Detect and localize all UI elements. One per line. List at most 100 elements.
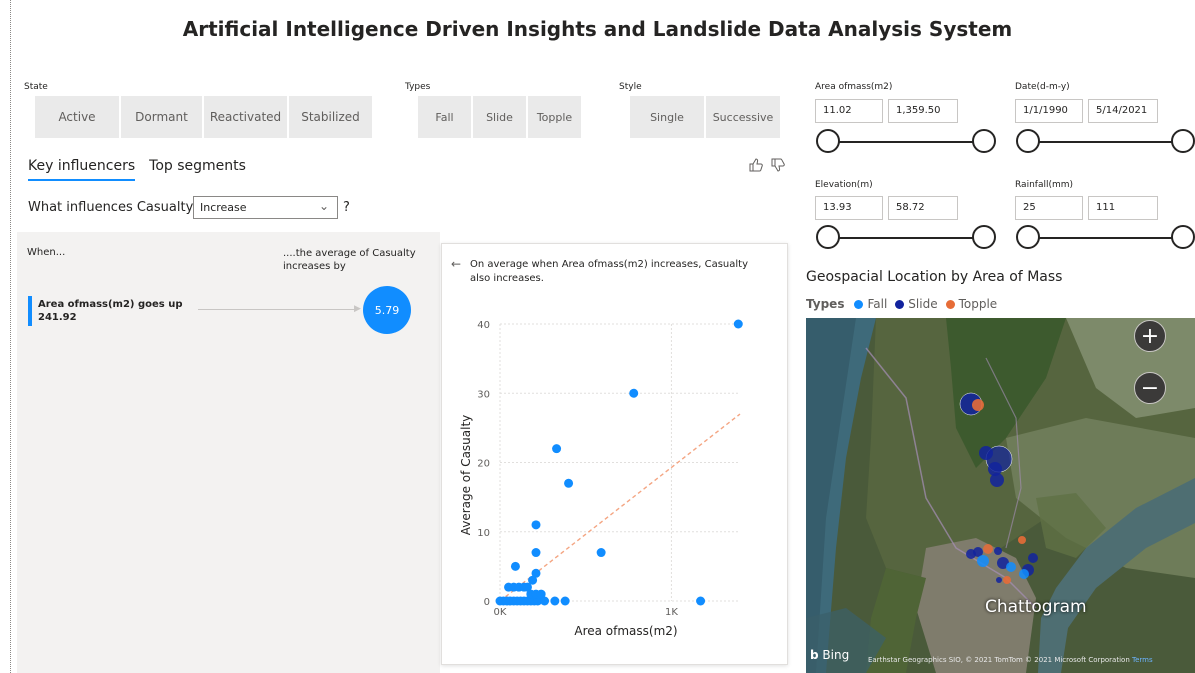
map-attribution: Earthstar Geographics SIO, © 2021 TomTom…	[868, 656, 1153, 664]
scatter-point[interactable]	[550, 596, 560, 606]
map-marker	[983, 544, 993, 554]
page-title: Artificial Intelligence Driven Insights …	[182, 17, 1013, 41]
map-marker	[1019, 569, 1029, 579]
scatter-chart: 0 10 20 30 40 0K 1K Area ofmass(m2) Average of…	[459, 319, 743, 638]
area-slider-max-handle[interactable]	[972, 129, 996, 153]
scatter-point[interactable]	[696, 596, 706, 606]
y-tick-label: 30	[477, 389, 490, 400]
legend-slide-dot	[895, 299, 905, 309]
elevation-slider-min-handle[interactable]	[816, 225, 840, 249]
scatter-point[interactable]	[531, 520, 541, 530]
legend-fall-label[interactable]: Fall	[867, 297, 887, 311]
scatter-point[interactable]	[560, 596, 570, 606]
influencer-amount: 241.92	[38, 312, 77, 323]
date-min-input[interactable]: 1/1/1990	[1015, 99, 1083, 123]
map-marker	[977, 555, 989, 567]
y-tick-label: 40	[477, 320, 490, 331]
selected-influencer-indicator	[28, 296, 32, 326]
elevation-max-input[interactable]: 58.72	[888, 196, 958, 220]
elevation-slider-max-handle[interactable]	[972, 225, 996, 249]
terms-link[interactable]: Terms	[1132, 656, 1153, 664]
style-option-successive[interactable]: Successive	[706, 96, 780, 138]
elevation-min-input[interactable]: 13.93	[815, 196, 883, 220]
types-option-topple[interactable]: Topple	[528, 96, 581, 138]
legend-title: Types	[806, 297, 845, 311]
types-option-fall[interactable]: Fall	[418, 96, 471, 138]
rainfall-slider-track	[1028, 237, 1183, 239]
legend-topple-label[interactable]: Topple	[959, 297, 998, 311]
elevation-slider-label: Elevation(m)	[815, 180, 873, 190]
scatter-point[interactable]	[733, 319, 743, 329]
y-axis-label: Average of Casualty	[459, 415, 473, 536]
area-max-input[interactable]: 1,359.50	[888, 99, 958, 123]
area-slider-track	[828, 141, 983, 143]
bing-icon: b	[810, 648, 819, 662]
rainfall-slider-min-handle[interactable]	[1016, 225, 1040, 249]
state-option-reactivated[interactable]: Reactivated	[204, 96, 287, 138]
bing-logo: b Bing	[810, 648, 849, 662]
increase-dropdown[interactable]: Increase ⌄	[193, 196, 338, 219]
types-option-slide[interactable]: Slide	[473, 96, 526, 138]
rainfall-slider-label: Rainfall(mm)	[1015, 180, 1074, 190]
thumbs-up-icon[interactable]	[748, 157, 764, 177]
dropdown-value: Increase	[200, 201, 247, 214]
map-marker	[1006, 562, 1016, 572]
y-tick-label: 0	[484, 597, 490, 608]
rainfall-slider-max-handle[interactable]	[1171, 225, 1195, 249]
rainfall-max-input[interactable]: 111	[1088, 196, 1158, 220]
state-option-dormant[interactable]: Dormant	[121, 96, 202, 138]
scatter-point[interactable]	[531, 548, 541, 558]
legend-slide-label[interactable]: Slide	[908, 297, 937, 311]
thumbs-down-icon[interactable]	[770, 157, 786, 177]
map-view[interactable]	[806, 318, 1195, 673]
area-slider-min-handle[interactable]	[816, 129, 840, 153]
date-slider-max-handle[interactable]	[1171, 129, 1195, 153]
canvas-edge	[10, 0, 11, 673]
detail-description: On average when Area ofmass(m2) increase…	[470, 259, 749, 284]
scatter-point[interactable]	[531, 568, 541, 578]
influencer-connector	[198, 309, 358, 310]
plus-icon: +	[1140, 323, 1160, 349]
state-option-stabilized[interactable]: Stabilized	[289, 96, 372, 138]
state-option-active[interactable]: Active	[35, 96, 119, 138]
scatter-point[interactable]	[536, 589, 546, 599]
area-slider-label: Area ofmass(m2)	[815, 82, 893, 92]
state-slicer-label: State	[24, 82, 48, 92]
bing-label: Bing	[822, 648, 850, 662]
minus-icon: −	[1140, 375, 1160, 401]
scatter-point[interactable]	[629, 388, 639, 398]
city-label: Chattogram	[985, 597, 1087, 617]
average-header: ....the average of Casualty increases by	[283, 248, 416, 272]
scatter-point[interactable]	[552, 444, 562, 454]
date-max-input[interactable]: 5/14/2021	[1088, 99, 1158, 123]
influencer-value-bubble: 5.79	[363, 286, 411, 334]
map-marker	[1028, 553, 1038, 563]
tab-top-segments[interactable]: Top segments	[149, 158, 246, 181]
map-marker	[994, 547, 1002, 555]
influencer-item[interactable]: Area ofmass(m2) goes up 241.92	[38, 298, 183, 324]
x-tick-label: 0K	[494, 607, 507, 618]
chevron-down-icon: ⌄	[318, 199, 329, 213]
landslide-markers	[959, 392, 1038, 584]
scatter-point[interactable]	[596, 548, 606, 558]
x-axis-label: Area ofmass(m2)	[574, 624, 677, 638]
influence-question: What influences Casualty to	[28, 200, 211, 215]
arrow-left-icon[interactable]: ←	[451, 257, 461, 271]
style-option-single[interactable]: Single	[630, 96, 704, 138]
scatter-point[interactable]	[564, 478, 574, 488]
date-slider-min-handle[interactable]	[1016, 129, 1040, 153]
map-marker	[1003, 576, 1011, 584]
scatter-point[interactable]	[510, 561, 520, 571]
zoom-out-button[interactable]: −	[1134, 372, 1166, 404]
tab-key-influencers[interactable]: Key influencers	[28, 158, 136, 181]
when-header: When...	[27, 247, 66, 258]
help-question-mark[interactable]: ?	[343, 200, 350, 215]
x-tick-label: 1K	[665, 607, 678, 618]
map-marker	[990, 473, 1004, 487]
zoom-in-button[interactable]: +	[1134, 320, 1166, 352]
area-min-input[interactable]: 11.02	[815, 99, 883, 123]
map-title: Geospacial Location by Area of Mass	[806, 269, 1063, 285]
rainfall-min-input[interactable]: 25	[1015, 196, 1083, 220]
map-marker	[996, 577, 1002, 583]
map-marker	[979, 446, 993, 460]
